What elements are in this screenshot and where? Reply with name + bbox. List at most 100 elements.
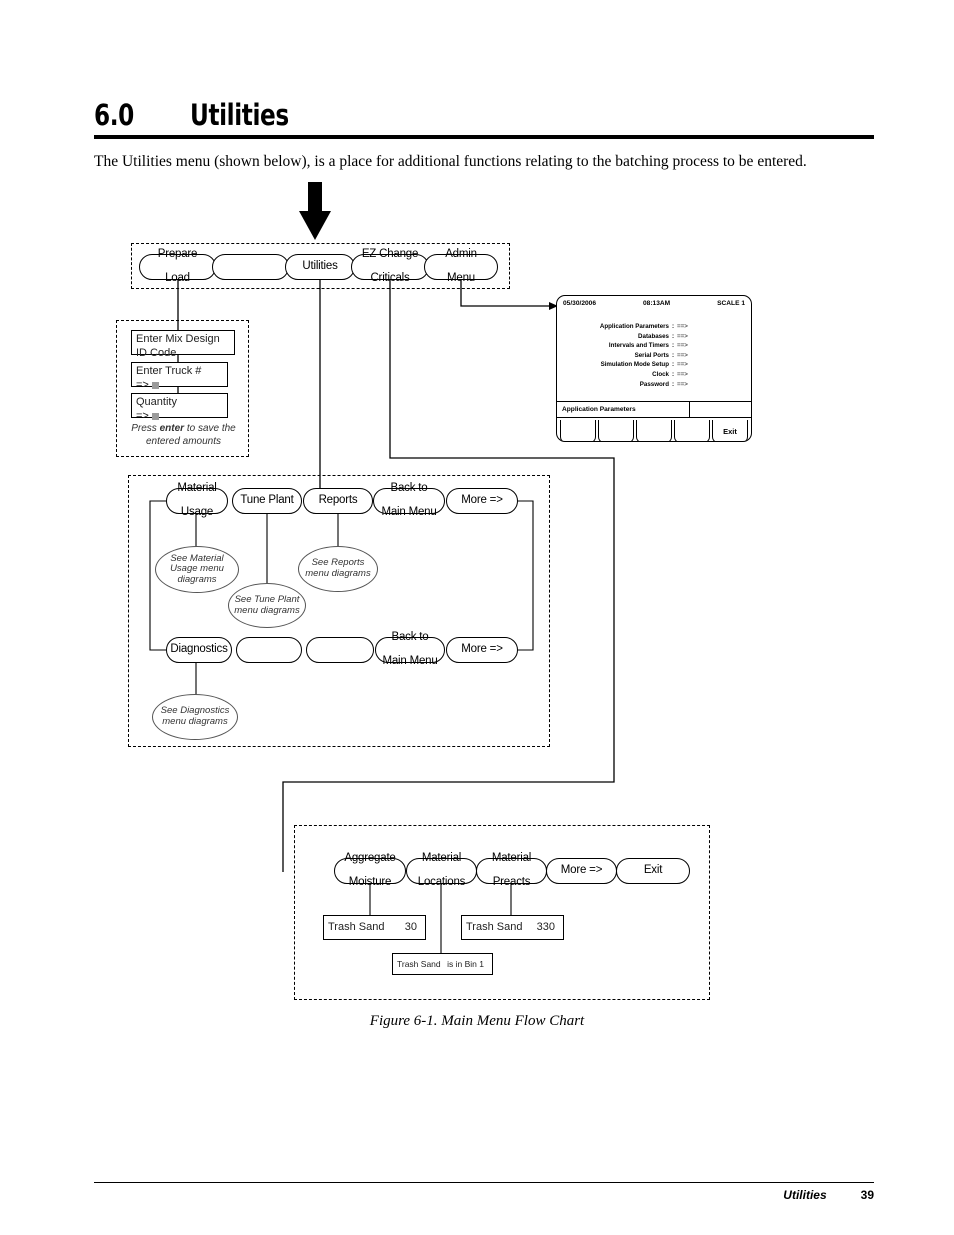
note-text-pre: Press (131, 423, 160, 434)
pill-label-line1: Reports (318, 494, 358, 507)
lcd-menu-item-password[interactable]: Password : ==> (557, 380, 751, 390)
footer-rule (94, 1182, 874, 1183)
lcd-status-divider (689, 402, 751, 417)
note-text-post: to save the (184, 423, 236, 434)
lcd-softkey-exit[interactable]: Exit (712, 420, 748, 441)
figure-caption: Figure 6-1. Main Menu Flow Chart (369, 1013, 585, 1029)
lcd-menu-item-serial-ports[interactable]: Serial Ports : ==> (557, 351, 751, 361)
menu-button-more-2[interactable]: More => (446, 637, 518, 663)
admin-menu-display-panel: 05/30/2006 08:13AM SCALE 1 Application P… (556, 295, 752, 442)
lcd-item-colon: : (671, 371, 675, 379)
field-enter-truck-number[interactable]: Enter Truck # => (131, 362, 228, 391)
lcd-status-bar: Application Parameters (557, 401, 751, 418)
note-text-bold: enter (159, 423, 185, 434)
note-material-usage-diagrams: See Material Usage menu diagrams (155, 546, 239, 593)
value-box-material-locations[interactable]: Trash Sand is in Bin 1 (392, 953, 493, 975)
lcd-item-label: Simulation Mode Setup (600, 361, 669, 369)
menu-button-material-usage[interactable]: Material Usage (166, 483, 228, 518)
menu-button-blank-2[interactable] (236, 637, 302, 663)
value-box-aggregate-moisture[interactable]: Trash Sand 30 (323, 915, 426, 940)
note-text-line2: entered amounts (145, 436, 222, 447)
lcd-item-label: Clock (652, 371, 669, 379)
menu-button-back-to-main-menu-2[interactable]: Back to Main Menu (375, 632, 445, 667)
menu-button-more-1[interactable]: More => (446, 488, 518, 514)
menu-button-prepare-load[interactable]: Prepare Load (139, 249, 216, 284)
menu-button-material-preacts[interactable]: Material Preacts (476, 853, 547, 888)
menu-button-material-locations[interactable]: Material Locations (406, 853, 477, 888)
input-caret-icon (151, 381, 159, 389)
menu-button-diagnostics[interactable]: Diagnostics (166, 637, 232, 663)
pill-label-line1: More => (461, 494, 503, 507)
pill-label-line2: Usage (180, 505, 214, 518)
lcd-time: 08:13AM (643, 300, 671, 307)
menu-button-admin-menu[interactable]: Admin Menu (424, 249, 498, 284)
lcd-item-colon: : (671, 361, 675, 369)
lcd-softkey-4[interactable] (674, 420, 710, 441)
pill-label-line1: Aggregate (344, 852, 396, 865)
lcd-softkey-row: Exit (557, 420, 751, 441)
lcd-menu-item-application-parameters[interactable]: Application Parameters : ==> (557, 322, 751, 332)
value-box-amount: 30 (404, 920, 417, 933)
menu-button-blank-1[interactable] (212, 254, 289, 280)
lcd-item-label: Application Parameters (599, 323, 669, 330)
field-quantity[interactable]: Quantity => (131, 393, 228, 422)
menu-button-back-to-main-menu-1[interactable]: Back to Main Menu (373, 483, 445, 518)
menu-button-tune-plant[interactable]: Tune Plant (232, 488, 302, 514)
pill-label-line1: Back to (390, 482, 428, 495)
down-arrow-icon (299, 182, 331, 240)
pill-label-line1: Material (177, 482, 217, 495)
pill-label-line1: Prepare (157, 248, 198, 261)
lcd-item-colon: : (671, 380, 675, 388)
lcd-softkey-2[interactable] (598, 420, 634, 441)
field-label: Enter Mix Design ID Code (136, 333, 220, 359)
value-box-material-name: Trash Sand (466, 920, 523, 933)
lcd-status-text: Application Parameters (562, 406, 636, 413)
pill-label-line1: Back to (391, 631, 429, 644)
note-tune-plant-diagrams: See Tune Plant menu diagrams (228, 583, 306, 628)
lcd-item-arrow: ==> (677, 361, 688, 369)
lcd-item-arrow: ==> (677, 342, 688, 350)
pill-label-line1: Exit (643, 864, 663, 877)
footer-section-label: Utilities (783, 1188, 827, 1202)
menu-button-aggregate-moisture[interactable]: Aggregate Moisture (334, 853, 406, 888)
menu-button-exit[interactable]: Exit (616, 858, 690, 884)
field-enter-mix-design-id-code[interactable]: Enter Mix Design ID Code => (131, 330, 235, 373)
pill-label-line2: Menu (447, 271, 475, 284)
value-box-bin-text: is in Bin 1 (447, 958, 484, 969)
lcd-softkey-1[interactable] (560, 420, 596, 441)
value-box-amount: 330 (536, 920, 555, 933)
pill-label-line1: Tune Plant (240, 494, 294, 507)
menu-button-blank-3[interactable] (306, 637, 374, 663)
main-menu-flow-chart: Prepare Load Utilities EZ Change Criticals… (0, 0, 954, 1060)
lcd-menu-item-databases[interactable]: Databases : ==> (557, 332, 751, 342)
pill-label-line2: Preacts (492, 875, 531, 888)
footer-page-number: 39 (860, 1188, 874, 1202)
lcd-menu-list: Application Parameters : ==> Databases :… (557, 322, 751, 389)
lcd-menu-item-intervals-and-timers[interactable]: Intervals and Timers : ==> (557, 341, 751, 351)
lcd-item-arrow: ==> (677, 332, 688, 340)
lcd-scale-indicator: SCALE 1 (717, 300, 745, 307)
value-box-material-name: Trash Sand (397, 958, 441, 969)
value-box-material-preacts[interactable]: Trash Sand 330 (461, 915, 564, 940)
lcd-item-label: Databases (638, 332, 669, 340)
pill-label-line2: Main Menu (382, 654, 438, 667)
pill-label-line2: Locations (417, 875, 466, 888)
lcd-softkey-3[interactable] (636, 420, 672, 441)
menu-button-utilities[interactable]: Utilities (285, 254, 355, 280)
lcd-item-label: Password (639, 380, 669, 388)
menu-button-reports[interactable]: Reports (303, 488, 373, 514)
lcd-date: 05/30/2006 (563, 300, 597, 307)
field-prompt: => (136, 378, 149, 391)
lcd-item-colon: : (671, 342, 675, 350)
menu-button-ez-change-criticals[interactable]: EZ Change Criticals (351, 249, 429, 284)
menu-button-more-3[interactable]: More => (546, 858, 617, 884)
lcd-menu-item-simulation-mode-setup[interactable]: Simulation Mode Setup : ==> (557, 360, 751, 370)
pill-label-line1: Admin (445, 248, 477, 261)
pill-label-line2: Load (165, 271, 190, 284)
pill-label-line2: Criticals (370, 271, 410, 284)
field-prompt: => (136, 409, 149, 422)
pill-label-line1: Diagnostics (170, 643, 228, 656)
lcd-item-arrow: ==> (677, 371, 688, 379)
lcd-menu-item-clock[interactable]: Clock : ==> (557, 370, 751, 380)
input-caret-icon (151, 412, 159, 420)
